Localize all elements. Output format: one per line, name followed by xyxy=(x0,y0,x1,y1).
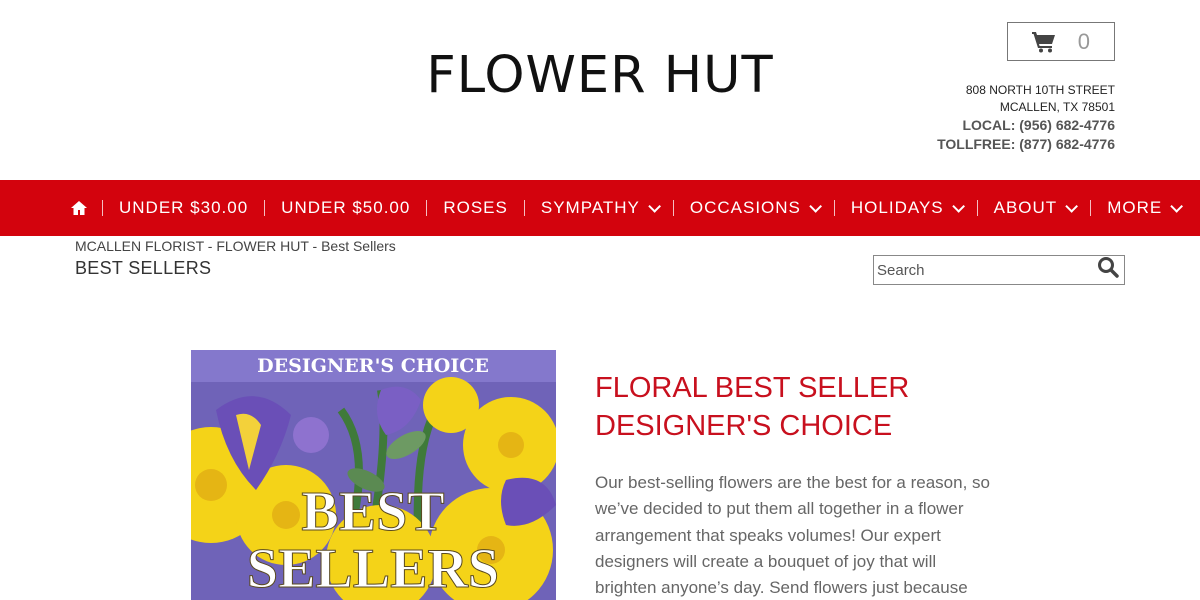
nav-home[interactable] xyxy=(62,180,102,236)
product-title[interactable]: FLORAL BEST SELLER DESIGNER'S CHOICE xyxy=(595,369,995,445)
nav-about[interactable]: ABOUT xyxy=(978,180,1091,236)
nav-about-label: ABOUT xyxy=(993,198,1058,217)
chevron-down-icon xyxy=(1170,199,1184,213)
search-input[interactable] xyxy=(874,256,1096,284)
nav-more-label: MORE xyxy=(1107,198,1163,217)
nav-holidays[interactable]: HOLIDAYS xyxy=(835,180,977,236)
nav-more[interactable]: MORE xyxy=(1091,180,1195,236)
shopping-cart-icon xyxy=(1032,31,1055,52)
site-logo[interactable]: FLOWER HUT xyxy=(425,48,775,104)
chevron-down-icon xyxy=(809,199,822,213)
site-header: FLOWER HUT 0 808 NORTH 10TH STREET MCALL… xyxy=(0,0,1200,180)
product-description: Our best-selling flowers are the best fo… xyxy=(595,473,990,598)
image-banner-text: DESIGNER'S CHOICE xyxy=(257,355,489,377)
page-title: BEST SELLERS xyxy=(75,258,212,278)
nav-occasions[interactable]: OCCASIONS xyxy=(674,180,834,236)
nav-under-50[interactable]: UNDER $50.00 xyxy=(265,180,426,236)
cart-count: 0 xyxy=(1077,28,1090,54)
image-text-sellers: SELLERS xyxy=(247,538,499,600)
image-text-best: BEST xyxy=(301,481,444,543)
nav-sympathy-label: SYMPATHY xyxy=(540,198,640,217)
chevron-down-icon xyxy=(951,199,965,213)
main-nav: UNDER $30.00 UNDER $50.00 ROSES SYMPATHY… xyxy=(0,180,1200,236)
nav-sympathy[interactable]: SYMPATHY xyxy=(525,180,673,236)
nav-under-30[interactable]: UNDER $30.00 xyxy=(103,180,264,236)
best-sellers-bouquet-image: DESIGNER'S CHOICE BEST SELLERS xyxy=(191,350,556,600)
local-phone[interactable]: LOCAL: (956) 682-4776 xyxy=(937,116,1115,135)
breadcrumb[interactable]: MCALLEN FLORIST - FLOWER HUT - Best Sell… xyxy=(75,238,396,254)
cart-button[interactable]: 0 xyxy=(1007,22,1115,61)
home-icon xyxy=(71,201,87,215)
nav-under-30-label: UNDER $30.00 xyxy=(119,198,249,217)
nav-occasions-label: OCCASIONS xyxy=(689,198,801,217)
product-title-line-2: DESIGNER'S CHOICE xyxy=(595,410,893,442)
address-line-2: MCALLEN, TX 78501 xyxy=(999,100,1115,114)
nav-under-50-label: UNDER $50.00 xyxy=(281,198,411,217)
nav-holidays-label: HOLIDAYS xyxy=(850,198,944,217)
product-image[interactable]: DESIGNER'S CHOICE BEST SELLERS xyxy=(191,350,556,600)
nav-roses[interactable]: ROSES xyxy=(427,180,524,236)
tollfree-phone[interactable]: TOLLFREE: (877) 682-4776 xyxy=(937,135,1115,154)
store-contact: 808 NORTH 10TH STREET MCALLEN, TX 78501 … xyxy=(937,82,1115,154)
product-title-line-1: FLORAL BEST SELLER xyxy=(595,372,910,404)
search-box xyxy=(873,255,1125,285)
nav-roses-label: ROSES xyxy=(443,198,508,217)
address-line-1: 808 NORTH 10TH STREET xyxy=(965,83,1115,97)
search-icon[interactable] xyxy=(1096,255,1120,279)
chevron-down-icon xyxy=(1065,199,1079,213)
chevron-down-icon xyxy=(648,199,661,213)
